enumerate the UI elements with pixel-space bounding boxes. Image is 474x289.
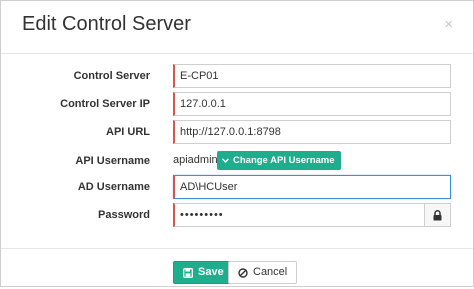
close-icon[interactable]: × [444, 17, 453, 32]
password-lock-button[interactable] [425, 203, 451, 227]
control-server-row: Control Server [1, 64, 473, 90]
cancel-button[interactable]: Cancel [228, 261, 298, 284]
dialog-header: Edit Control Server × [1, 1, 473, 54]
password-label: Password [98, 209, 150, 221]
control-server-ip-row: Control Server IP [1, 92, 473, 118]
api-url-row: API URL [1, 120, 473, 146]
save-label: Save [198, 266, 224, 278]
ad-username-input[interactable] [173, 175, 451, 199]
cancel-label: Cancel [253, 266, 288, 278]
api-url-input[interactable] [173, 120, 451, 144]
ad-username-row: AD Username [1, 175, 473, 201]
change-api-username-label: Change API Username [233, 155, 335, 166]
control-server-ip-label: Control Server IP [60, 98, 150, 110]
edit-control-server-dialog: Edit Control Server × Control Server Con… [0, 0, 474, 287]
ad-username-label: AD Username [77, 181, 150, 193]
password-input[interactable] [173, 203, 425, 227]
control-server-input[interactable] [173, 64, 451, 88]
dialog-footer: Save Cancel [1, 248, 473, 289]
api-username-row: API Username apiadmin Change API Usernam… [1, 151, 473, 177]
dialog-title: Edit Control Server [22, 13, 191, 35]
save-icon [183, 267, 193, 278]
save-button[interactable]: Save [173, 261, 234, 284]
control-server-ip-input[interactable] [173, 92, 451, 116]
control-server-label: Control Server [73, 70, 150, 82]
api-username-value: apiadmin [173, 154, 218, 166]
change-api-username-button[interactable]: Change API Username [217, 151, 341, 170]
password-row: Password [1, 203, 473, 229]
chevron-down-icon [222, 158, 229, 163]
api-url-label: API URL [106, 126, 150, 138]
lock-icon [433, 209, 442, 220]
ban-icon [238, 267, 248, 278]
api-username-label: API Username [75, 155, 150, 167]
dialog-body: Control Server Control Server IP API URL… [1, 54, 473, 247]
